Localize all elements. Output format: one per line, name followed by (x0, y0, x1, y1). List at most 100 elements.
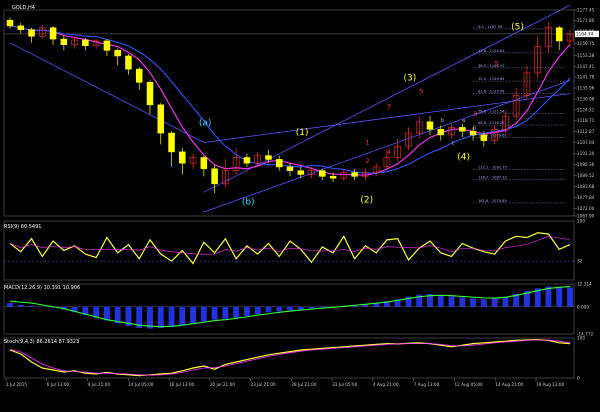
macd-histogram-bar (200, 306, 207, 322)
fib-level-label: 127.2 - 1092.75 (478, 165, 507, 169)
price-tick-label: 1171.80 (577, 18, 595, 23)
candle-body (103, 40, 111, 51)
wave-label: (3) (403, 73, 416, 83)
stoch-d-line (9, 339, 571, 376)
macd-histogram-bar (480, 299, 487, 307)
price-tick-label: 1153.28 (577, 53, 595, 58)
price-tick-label: 1135.96 (577, 86, 595, 91)
price-tick-label: 1118.71 (577, 118, 595, 123)
price-tick-label: 1124.31 (577, 108, 595, 113)
candle-body (297, 170, 305, 175)
macd-histogram-bar (276, 306, 283, 312)
candle-body (82, 39, 89, 46)
candle-body (17, 25, 25, 30)
candle-body (329, 176, 337, 179)
price-tick-label: 1107.04 (577, 140, 595, 145)
time-tick-label: 16 Jul 13:00 (169, 382, 194, 387)
stoch-title: Stoch(9,4,3) 86.2614 87.9323 (4, 339, 79, 345)
candle-body (469, 130, 477, 136)
fib-level-label: 88.6 - 1116.25 (478, 121, 504, 125)
candle-body (265, 155, 272, 160)
sub-wave-label: 2 (365, 157, 369, 165)
candle-body (179, 151, 186, 164)
price-tick-label: 1141.78 (577, 75, 595, 80)
macd-histogram-bar (28, 305, 35, 307)
sub-wave-label: 4 (387, 148, 391, 156)
stoch-k-line (9, 338, 571, 377)
fib-level-label: 138.2 - 1087.32 (478, 175, 507, 179)
candle-body (28, 29, 35, 37)
macd-histogram-bar (233, 306, 240, 318)
candle-body (319, 170, 326, 177)
wave-label: (b) (242, 198, 255, 208)
sub-wave-label: a (462, 118, 465, 124)
indicator-tick-label: 0.000 (577, 304, 589, 309)
forex-chart: 1177.451171.801165.961159.751153.281147.… (3, 4, 599, 387)
candle-body (135, 68, 143, 83)
time-tick-label: 7 Aug 13:00 (414, 382, 440, 387)
macd-histogram-bar (211, 306, 218, 320)
sub-wave-label: 5 (419, 88, 423, 96)
wave-label: (2) (360, 196, 373, 206)
sub-wave-label: 5 (495, 59, 499, 67)
macd-histogram-bar (297, 306, 304, 310)
indicator-tick-label: 0 (577, 376, 580, 381)
candle-body (480, 134, 488, 141)
price-tick-label: 1159.75 (577, 41, 595, 46)
candle-body (125, 55, 132, 70)
candle-body (114, 50, 121, 57)
candle-body (157, 104, 165, 134)
macd-histogram-bar (265, 306, 272, 313)
sub-wave-label: b (441, 118, 444, 124)
macd-histogram-bar (157, 306, 164, 328)
candle-body (243, 157, 251, 164)
fib-level-label: 50.0 - 1139.64 (478, 77, 505, 81)
indicator-tick-label: 32 (577, 259, 583, 264)
macd-histogram-bar (491, 298, 498, 307)
candle-body (459, 127, 466, 132)
time-tick-label: 14 Jul 05:00 (128, 382, 153, 387)
price-tick-label: 1095.36 (577, 162, 595, 167)
macd-histogram-bar (567, 287, 573, 307)
macd-histogram-bar (459, 297, 466, 307)
price-tick-label: 1177.45 (577, 8, 595, 13)
rsi-title: RSI(9) 60.5491 (4, 224, 41, 230)
candle-body (200, 157, 208, 170)
time-tick-label: 6 Jul 13:00 (47, 382, 70, 387)
price-tick-label: 1072.00 (577, 206, 595, 211)
sub-wave-label: 1 (365, 138, 369, 146)
price-tick-label: 1130.08 (577, 97, 595, 102)
macd-histogram-bar (254, 306, 261, 315)
time-tick-label: 31 Jul 05:00 (332, 382, 357, 387)
macd-histogram-bar (470, 298, 477, 307)
channel-line (203, 80, 571, 213)
current-price-label: 1164.74 (576, 32, 594, 37)
macd-histogram-bar (222, 306, 229, 319)
fib-level-label: 23.6 - 1154.63 (478, 49, 504, 53)
indicator-tick-label: 100 (577, 219, 585, 224)
sub-wave-label: b (473, 125, 476, 131)
time-tick-label: 14 Aug 21:00 (495, 382, 524, 387)
time-axis: 1 Jul 2015 6 Jul 13:00 9 Jul 21:00 14 Jul 0… (5, 378, 565, 387)
candle-body (426, 121, 434, 130)
macd-histogram-bar (179, 306, 186, 326)
macd-histogram-bar (556, 287, 563, 307)
candle-body (211, 168, 218, 185)
main-price-pane: 1177.451171.801165.961159.751153.281147.… (4, 4, 599, 219)
time-tick-label: 23 Jul 21:00 (251, 382, 276, 387)
candle-body (60, 38, 68, 45)
time-tick-label: 20 Jul 21:00 (210, 382, 235, 387)
macd-histogram-bar (7, 303, 13, 307)
price-tick-label: 1089.52 (577, 173, 595, 178)
candle-body (275, 159, 283, 168)
stoch-frame (3, 337, 575, 379)
candle-body (286, 166, 294, 171)
time-tick-label: 28 Jul 21:00 (291, 382, 316, 387)
price-tick-label: 1083.68 (577, 184, 595, 189)
sub-wave-label: c (452, 140, 455, 146)
macd-histogram-bar (147, 306, 153, 329)
price-tick-label: 1147.41 (577, 64, 595, 69)
candle-body (6, 19, 14, 27)
time-tick-label: 12 Aug 05:00 (454, 382, 483, 387)
candle-body (351, 172, 358, 177)
